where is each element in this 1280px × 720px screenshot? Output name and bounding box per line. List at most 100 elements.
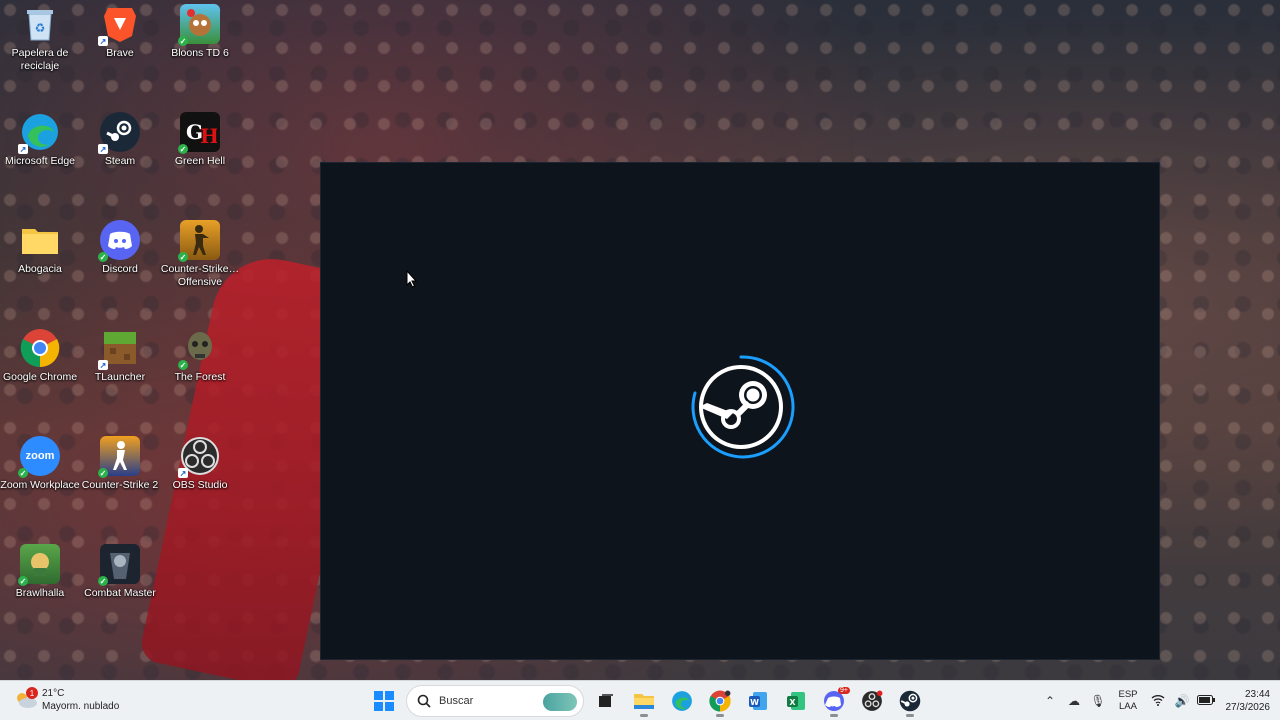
shortcut-arrow-icon: ↗ xyxy=(98,144,108,154)
desktop-icon-folder[interactable]: Abogacia xyxy=(0,220,80,276)
discord-unread-badge: 9+ xyxy=(838,687,850,694)
taskbar-file-explorer[interactable] xyxy=(628,685,660,717)
desktop-icon-zoom[interactable]: zoom ✓ Zoom Workplace xyxy=(0,436,80,492)
sync-check-icon: ✓ xyxy=(178,36,188,46)
svg-text:W: W xyxy=(750,698,759,707)
folder-icon xyxy=(20,220,60,260)
taskbar-clock[interactable]: 23:44 27/3/2026 xyxy=(1218,688,1280,714)
weather-widget[interactable]: 1 21°C Mayorm. nublado xyxy=(14,687,119,713)
volume-icon[interactable]: 🔊 xyxy=(1170,694,1194,708)
the-forest-icon: ✓ xyxy=(178,328,220,370)
desktop-icon-label: The Forest xyxy=(174,371,226,383)
desktop-icon-csgo[interactable]: ✓ Counter-Strike… Offensive xyxy=(160,220,240,289)
desktop-icon-tlauncher[interactable]: ↗ TLauncher xyxy=(80,328,160,384)
desktop-icon-discord[interactable]: ✓ Discord xyxy=(80,220,160,276)
desktop-icon-bloons[interactable]: ✓ Bloons TD 6 xyxy=(160,4,240,60)
weather-condition: Mayorm. nublado xyxy=(42,701,120,712)
taskbar-search-box[interactable]: Buscar xyxy=(406,685,584,717)
obs-icon: ↗ xyxy=(178,436,220,478)
start-button[interactable] xyxy=(368,685,400,717)
edge-icon xyxy=(672,691,692,711)
steam-icon xyxy=(899,690,921,712)
shortcut-arrow-icon: ↗ xyxy=(98,360,108,370)
search-placeholder: Buscar xyxy=(439,695,474,707)
desktop-icon-label: Brawlhalla xyxy=(15,587,65,599)
taskbar-steam[interactable] xyxy=(894,685,926,717)
desktop-icon-label: Zoom Workplace xyxy=(0,479,80,491)
cloudy-weather-icon: 1 xyxy=(14,687,38,709)
taskbar-word[interactable]: W xyxy=(742,685,774,717)
clock-date: 27/3/2026 xyxy=(1225,702,1271,713)
taskbar-edge[interactable] xyxy=(666,685,698,717)
desktop-icon-brawlhalla[interactable]: ✓ Brawlhalla xyxy=(0,544,80,600)
word-icon: W xyxy=(749,692,767,710)
taskbar-excel[interactable]: X xyxy=(780,685,812,717)
desktop-icon-label: Bloons TD 6 xyxy=(171,47,229,59)
discord-icon: ✓ xyxy=(98,220,140,262)
desktop-icon-label: Counter-Strike… Offensive xyxy=(160,263,240,288)
shortcut-arrow-icon: ↗ xyxy=(178,468,188,478)
desktop-icon-label: Abogacia xyxy=(18,263,62,275)
clock-time: 23:44 xyxy=(1244,689,1270,700)
brawlhalla-icon: ✓ xyxy=(18,544,60,586)
desktop-icon-label: Brave xyxy=(106,47,134,59)
desktop-icon-cs2[interactable]: ✓ Counter-Strike 2 xyxy=(80,436,160,492)
sync-check-icon: ✓ xyxy=(98,576,108,586)
obs-icon xyxy=(862,690,883,711)
svg-text:H: H xyxy=(200,124,217,147)
language-indicator[interactable]: ESP LAA xyxy=(1110,689,1146,713)
edge-icon: ↗ xyxy=(18,112,60,154)
desktop-icon-combat-master[interactable]: ✓ Combat Master xyxy=(80,544,160,600)
chrome-icon xyxy=(709,690,731,712)
tlauncher-icon: ↗ xyxy=(98,328,140,370)
sync-check-icon: ✓ xyxy=(18,468,28,478)
language-code: ESP xyxy=(1118,689,1138,700)
task-view-button[interactable] xyxy=(590,685,622,717)
desktop-icon-green-hell[interactable]: GH ✓ Green Hell xyxy=(160,112,240,168)
wifi-icon[interactable] xyxy=(1146,694,1170,709)
chevron-up-icon[interactable]: ⌃ xyxy=(1038,694,1062,708)
desktop-icon-the-forest[interactable]: ✓ The Forest xyxy=(160,328,240,384)
desktop-icon-label: Green Hell xyxy=(174,155,226,167)
desktop-icon-label: Combat Master xyxy=(84,587,156,599)
desktop-icon-chrome[interactable]: Google Chrome xyxy=(0,328,80,384)
svg-text:X: X xyxy=(789,698,796,707)
desktop-icon-brave[interactable]: ↗ Brave xyxy=(80,4,160,60)
search-icon xyxy=(417,694,431,708)
desktop-icon-label: OBS Studio xyxy=(172,479,228,491)
desktop-icon-label: Steam xyxy=(104,155,136,167)
bloons-icon: ✓ xyxy=(178,4,220,46)
zoom-icon-text: zoom xyxy=(25,450,55,462)
taskbar-obs[interactable] xyxy=(856,685,888,717)
desktop-icon-obs[interactable]: ↗ OBS Studio xyxy=(160,436,240,492)
onedrive-icon[interactable]: ☁ xyxy=(1062,694,1086,708)
svg-text:♻: ♻ xyxy=(35,21,46,35)
steam-icon: ↗ xyxy=(98,112,140,154)
sync-check-icon: ✓ xyxy=(178,252,188,262)
desktop-icon-label: Microsoft Edge xyxy=(4,155,76,167)
desktop-icon-edge[interactable]: ↗ Microsoft Edge xyxy=(0,112,80,168)
battery-icon[interactable] xyxy=(1194,694,1218,708)
sync-check-icon: ✓ xyxy=(178,360,188,370)
keyboard-layout: LAA xyxy=(1119,701,1137,712)
sync-check-icon: ✓ xyxy=(98,468,108,478)
taskbar-discord[interactable]: 9+ xyxy=(818,685,850,717)
taskbar-chrome[interactable] xyxy=(704,685,736,717)
sync-check-icon: ✓ xyxy=(178,144,188,154)
weather-temperature: 21°C xyxy=(42,688,65,699)
csgo-icon: ✓ xyxy=(178,220,220,262)
microphone-icon[interactable]: 🎙 xyxy=(1086,694,1110,708)
search-highlight-image xyxy=(543,693,577,711)
desktop-icon-label: Discord xyxy=(102,263,138,275)
weather-notification-badge: 1 xyxy=(26,687,38,699)
steam-splash-window xyxy=(320,162,1160,660)
shortcut-arrow-icon: ↗ xyxy=(98,36,108,46)
desktop-icon-recycle-bin[interactable]: ♻ Papelera de reciclaje xyxy=(0,4,80,73)
sync-check-icon: ✓ xyxy=(98,252,108,262)
chrome-icon xyxy=(20,328,60,368)
desktop-icon-label: Papelera de reciclaje xyxy=(11,47,69,72)
cs2-icon: ✓ xyxy=(98,436,140,478)
combat-master-icon: ✓ xyxy=(98,544,140,586)
desktop-icon-steam[interactable]: ↗ Steam xyxy=(80,112,160,168)
desktop-icon-label: TLauncher xyxy=(94,371,146,383)
